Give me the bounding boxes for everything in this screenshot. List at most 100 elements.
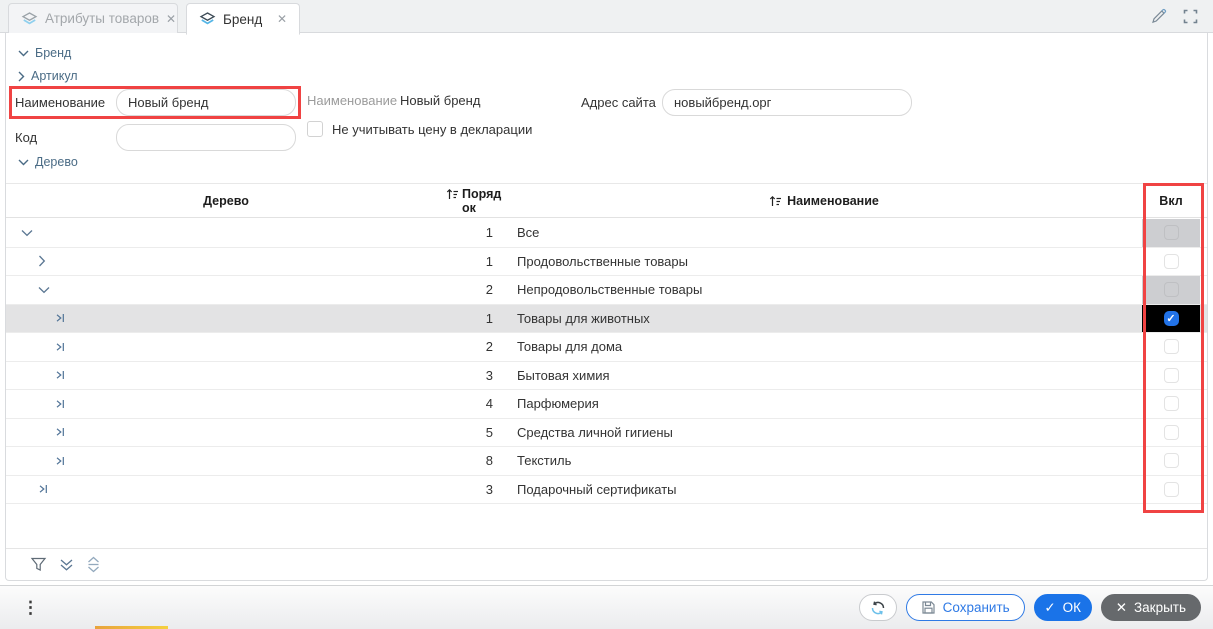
refresh-button[interactable] xyxy=(859,594,897,621)
filter-icon[interactable] xyxy=(30,556,47,573)
table-row[interactable]: 2Товары для дома xyxy=(6,333,1207,362)
sort-icon[interactable] xyxy=(446,187,459,201)
kebab-menu-icon[interactable]: ⋮ xyxy=(12,596,49,620)
include-cell[interactable] xyxy=(1142,419,1200,447)
tab-brand[interactable]: Бренд ✕ xyxy=(186,3,300,35)
order-cell: 4 xyxy=(446,390,506,418)
include-cell[interactable] xyxy=(1142,276,1200,304)
column-header-incl[interactable]: Вкл xyxy=(1142,194,1200,208)
tree-expander-icon[interactable] xyxy=(6,398,67,410)
include-checkbox[interactable] xyxy=(1164,282,1179,297)
tab-label: Бренд xyxy=(223,12,262,27)
tree-expander-icon[interactable] xyxy=(6,369,67,381)
name-cell: Товары для дома xyxy=(506,333,1142,361)
include-checkbox[interactable] xyxy=(1164,254,1179,269)
include-cell[interactable] xyxy=(1142,447,1200,475)
tree-expander-icon[interactable] xyxy=(6,341,67,353)
table-row[interactable]: 5Средства личной гигиены xyxy=(6,419,1207,448)
table-row[interactable]: 3Подарочный сертификаты xyxy=(6,476,1207,505)
edit-icon[interactable] xyxy=(1150,7,1168,25)
include-cell[interactable] xyxy=(1142,219,1200,247)
include-cell[interactable] xyxy=(1142,362,1200,390)
layers-icon xyxy=(199,12,216,26)
include-cell[interactable] xyxy=(1142,390,1200,418)
include-cell[interactable] xyxy=(1142,248,1200,276)
section-toggle-article[interactable]: Артикул xyxy=(18,69,78,83)
tree-cell xyxy=(6,447,446,475)
declaration-checkbox[interactable] xyxy=(307,121,323,137)
column-header-order[interactable]: Порядок xyxy=(446,187,506,215)
expand-all-icon[interactable] xyxy=(59,558,74,572)
include-checkbox[interactable] xyxy=(1164,453,1179,468)
tree-expander-icon[interactable] xyxy=(6,312,67,324)
tree-expander-icon[interactable] xyxy=(6,455,67,467)
table-row[interactable]: 2Непродовольственные товары xyxy=(6,276,1207,305)
section-toggle-tree[interactable]: Дерево xyxy=(18,155,78,169)
order-cell: 1 xyxy=(446,248,506,276)
tree-expander-icon[interactable] xyxy=(6,286,50,294)
ok-button[interactable]: ✓ ОК xyxy=(1034,594,1092,621)
include-checkbox[interactable] xyxy=(1164,396,1179,411)
collapse-expand-icon[interactable] xyxy=(86,556,101,573)
close-button[interactable]: ✕ Закрыть xyxy=(1101,594,1201,621)
declaration-checkbox-label: Не учитывать цену в декларации xyxy=(332,122,532,137)
section-toggle-brand[interactable]: Бренд xyxy=(18,46,71,60)
include-checkbox[interactable] xyxy=(1164,482,1179,497)
close-tab-icon[interactable]: ✕ xyxy=(166,12,176,26)
name-display-value: Новый бренд xyxy=(400,93,480,108)
name-cell: Средства личной гигиены xyxy=(506,419,1142,447)
ok-button-label: ОК xyxy=(1063,600,1081,615)
table-body: 1Все1Продовольственные товары2Непродовол… xyxy=(6,219,1207,504)
close-icon: ✕ xyxy=(1116,600,1127,616)
include-cell[interactable] xyxy=(1142,476,1200,504)
tree-cell xyxy=(6,219,446,247)
tree-expander-icon[interactable] xyxy=(6,255,46,267)
tree-cell xyxy=(6,390,446,418)
name-cell: Продовольственные товары xyxy=(506,248,1142,276)
order-cell: 3 xyxy=(446,476,506,504)
tree-expander-icon[interactable] xyxy=(6,426,67,438)
section-label: Бренд xyxy=(35,46,71,60)
table-row[interactable]: 1Товары для животных✓ xyxy=(6,305,1207,334)
table-row[interactable]: 1Все xyxy=(6,219,1207,248)
code-input[interactable] xyxy=(116,124,296,151)
tree-cell xyxy=(6,476,446,504)
name-cell: Товары для животных xyxy=(506,305,1142,333)
order-cell: 2 xyxy=(446,276,506,304)
declaration-checkbox-row[interactable]: Не учитывать цену в декларации xyxy=(307,121,532,137)
tab-label: Атрибуты товаров xyxy=(45,11,159,26)
include-cell[interactable]: ✓ xyxy=(1142,305,1200,333)
table-row[interactable]: 4Парфюмерия xyxy=(6,390,1207,419)
tree-expander-icon[interactable] xyxy=(6,483,50,495)
section-label: Артикул xyxy=(31,69,78,83)
tab-bar: Атрибуты товаров ✕ Бренд ✕ xyxy=(0,0,1213,33)
include-checkbox[interactable] xyxy=(1164,225,1179,240)
close-tab-icon[interactable]: ✕ xyxy=(277,12,287,26)
table-row[interactable]: 1Продовольственные товары xyxy=(6,248,1207,277)
check-icon: ✓ xyxy=(1044,600,1055,616)
table-row[interactable]: 3Бытовая химия xyxy=(6,362,1207,391)
save-icon xyxy=(921,600,936,615)
tree-expander-icon[interactable] xyxy=(6,229,33,237)
order-cell: 8 xyxy=(446,447,506,475)
name-field-label: Наименование xyxy=(15,95,105,110)
sort-icon[interactable] xyxy=(769,194,782,208)
table-row[interactable]: 8Текстиль xyxy=(6,447,1207,476)
close-button-label: Закрыть xyxy=(1134,600,1186,615)
include-checkbox[interactable] xyxy=(1164,368,1179,383)
include-cell[interactable] xyxy=(1142,333,1200,361)
save-button[interactable]: Сохранить xyxy=(906,594,1025,621)
name-cell: Парфюмерия xyxy=(506,390,1142,418)
table-header: Дерево Порядок Наименование Вкл xyxy=(6,183,1207,218)
column-header-name[interactable]: Наименование xyxy=(506,194,1142,208)
include-checkbox[interactable] xyxy=(1164,339,1179,354)
name-input[interactable] xyxy=(116,89,296,116)
tab-product-attributes[interactable]: Атрибуты товаров ✕ xyxy=(8,3,178,34)
include-checkbox[interactable] xyxy=(1164,425,1179,440)
include-checkbox[interactable]: ✓ xyxy=(1164,311,1179,326)
bottom-action-bar: ⋮ Сохранить ✓ ОК ✕ Закрыть xyxy=(0,585,1213,629)
site-input[interactable] xyxy=(662,89,912,116)
app-window: Атрибуты товаров ✕ Бренд ✕ Бренд Арт xyxy=(0,0,1213,629)
expand-fullscreen-icon[interactable] xyxy=(1182,7,1199,25)
column-header-tree[interactable]: Дерево xyxy=(6,194,446,208)
